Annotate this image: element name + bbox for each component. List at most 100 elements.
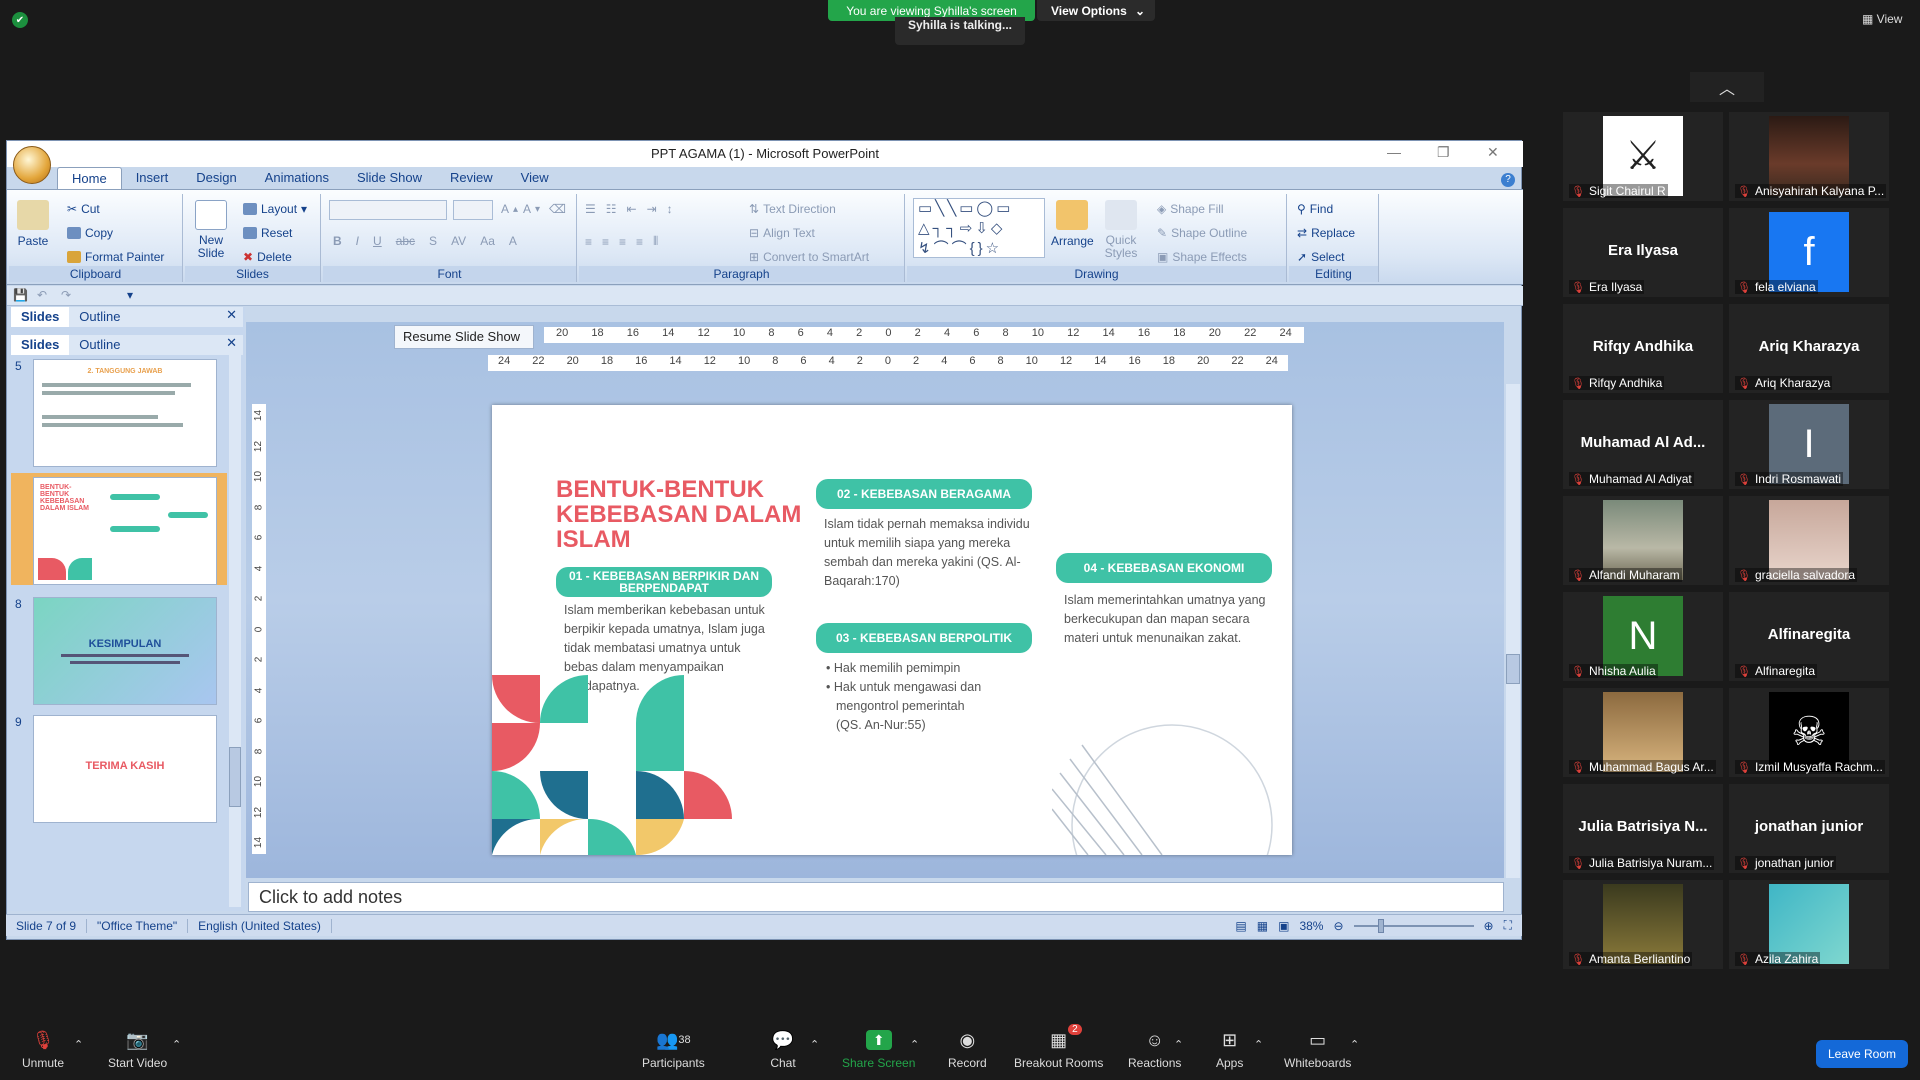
tab-outline[interactable]: Outline [69,307,130,327]
participant-tile[interactable]: Alfinaregita 🎙 Alfinaregita [1729,592,1889,681]
chat-caret-icon[interactable]: ⌃ [810,1038,819,1051]
shapes-gallery[interactable]: ▭╲╲▭◯▭ △┐┐⇨⇩◇ ↯⌒⌒{}☆ [913,198,1045,258]
video-options-caret-icon[interactable]: ⌃ [172,1038,181,1051]
increase-indent-icon[interactable]: ⇥ [647,202,657,216]
slide-thumbnail-9[interactable]: TERIMA KASIH [33,715,217,823]
decrease-indent-icon[interactable]: ⇤ [627,202,637,216]
align-right-icon[interactable]: ≡ [619,235,626,249]
share-caret-icon[interactable]: ⌃ [910,1038,919,1051]
current-slide[interactable]: BENTUK-BENTUK KEBEBASAN DALAM ISLAM 01 -… [492,405,1292,855]
help-icon[interactable]: ? [1501,173,1515,187]
customize-qat-icon[interactable]: ▾ [127,288,133,302]
slide-thumbnail-7[interactable]: BENTUK-BENTUK KEBEBASAN DALAM ISLAM [33,477,217,585]
change-case-icon[interactable]: Aa [480,234,495,248]
clear-formatting-icon[interactable]: ⌫ [549,202,566,216]
shrink-font-icon[interactable]: A ▾ [523,202,540,216]
char-spacing-icon[interactable]: AV [451,234,466,248]
office-button[interactable] [13,146,51,184]
tab-slides-2[interactable]: Slides [11,335,70,355]
zoom-out-icon[interactable]: ⊖ [1333,919,1343,933]
tab-slide-show[interactable]: Slide Show [343,167,436,189]
fit-to-window-icon[interactable]: ⛶ [1504,918,1512,933]
bullets-icon[interactable]: ☰ [585,202,596,216]
zoom-in-icon[interactable]: ⊕ [1484,919,1494,933]
participant-tile[interactable]: Era Ilyasa 🎙 Era Ilyasa [1563,208,1723,297]
font-size-combo[interactable] [453,200,493,220]
tab-slides[interactable]: Slides [11,307,70,327]
align-left-icon[interactable]: ≡ [585,235,592,249]
paste-button[interactable]: Paste [17,200,49,248]
new-slide-button[interactable]: New Slide [193,200,229,260]
font-color-icon[interactable]: A [509,234,517,248]
italic-icon[interactable]: I [356,234,359,248]
shape-fill-button[interactable]: ◈ Shape Fill [1157,202,1224,216]
security-shield-icon[interactable]: ✔ [12,12,28,28]
slide-thumbnail-5[interactable]: 2. TANGGUNG JAWAB [33,359,217,467]
audio-options-caret-icon[interactable]: ⌃ [74,1038,83,1051]
close-pane-icon[interactable]: ✕ [226,307,243,327]
participants-button[interactable]: 👥 38 Participants [642,1030,705,1071]
unmute-button[interactable]: 🎙 Unmute [22,1030,64,1071]
normal-view-icon[interactable]: ▤ [1235,919,1246,933]
slideshow-icon[interactable]: ▣ [1278,919,1289,933]
shape-effects-button[interactable]: ▣ Shape Effects [1157,250,1247,264]
underline-icon[interactable]: U [373,234,382,248]
replace-button[interactable]: ⇄ Replace [1297,226,1355,240]
text-direction-button[interactable]: ⇅ Text Direction [749,202,836,216]
participant-tile[interactable]: Rifqy Andhika 🎙 Rifqy Andhika [1563,304,1723,393]
participant-tile[interactable]: 🎙 Muhammad Bagus Ar... [1563,688,1723,777]
notes-pane[interactable]: Click to add notes [248,882,1504,912]
participant-tile[interactable]: f 🎙 fela elviana [1729,208,1889,297]
grow-font-icon[interactable]: A ▴ [501,202,518,216]
whiteboards-button[interactable]: ▭ Whiteboards [1284,1030,1351,1071]
chat-button[interactable]: 💬 Chat [770,1030,796,1071]
slide-thumbnail-8[interactable]: KESIMPULAN [33,597,217,705]
breakout-rooms-button[interactable]: ▦ 2 Breakout Rooms [1014,1024,1103,1070]
view-layout-button[interactable]: ▦ View [1862,12,1902,26]
resume-slideshow-button[interactable]: Resume Slide Show [394,325,534,349]
pane-scrollbar[interactable] [229,347,241,907]
whiteboards-caret-icon[interactable]: ⌃ [1350,1038,1359,1051]
language[interactable]: English (United States) [188,918,332,933]
strikethrough-icon[interactable]: abc [396,234,415,248]
undo-icon[interactable]: ↶ [37,288,47,302]
participant-tile[interactable]: 🎙 Amanta Berliantino [1563,880,1723,969]
tab-outline-2[interactable]: Outline [69,335,130,355]
participant-tile[interactable]: Ariq Kharazya 🎙 Ariq Kharazya [1729,304,1889,393]
participant-tile[interactable]: 🎙 Alfandi Muharam [1563,496,1723,585]
zoom-slider[interactable] [1353,918,1474,933]
align-text-button[interactable]: ⊟ Align Text [749,226,815,240]
participant-tile[interactable]: Julia Batrisiya N... 🎙 Julia Batrisiya Nur… [1563,784,1723,873]
participant-tile[interactable]: I 🎙 Indri Rosmawati [1729,400,1889,489]
slide-sorter-icon[interactable]: ▦ [1257,919,1268,933]
close-icon[interactable]: ✕ [1487,141,1499,163]
shape-outline-button[interactable]: ✎ Shape Outline [1157,226,1247,240]
view-options-button[interactable]: View Options ⌄ [1037,0,1155,21]
participant-tile[interactable]: N 🎙 Nhisha Aulia [1563,592,1723,681]
tab-view[interactable]: View [507,167,563,189]
numbering-icon[interactable]: ☷ [606,202,617,216]
format-painter-button[interactable]: Format Painter [67,250,164,264]
record-button[interactable]: ◉ Record [948,1030,987,1071]
tab-review[interactable]: Review [436,167,507,189]
leave-room-button[interactable]: Leave Room [1816,1040,1908,1068]
participant-tile[interactable]: ☠ 🎙 Izmil Musyaffa Rachm... [1729,688,1889,777]
cut-button[interactable]: ✂ Cut [67,202,100,216]
convert-smartart-button[interactable]: ⊞ Convert to SmartArt [749,250,869,264]
share-screen-button[interactable]: ⬆ Share Screen [842,1030,915,1070]
arrange-button[interactable]: Arrange [1051,200,1094,248]
collapse-gallery-button[interactable]: ︿ [1690,72,1764,102]
redo-icon[interactable]: ↷ [61,288,71,302]
delete-button[interactable]: ✖ Delete [243,250,292,264]
participant-tile[interactable]: 🎙 Anisyahirah Kalyana P... [1729,112,1889,201]
align-center-icon[interactable]: ≡ [602,235,609,249]
copy-button[interactable]: Copy [67,226,113,240]
find-button[interactable]: ⚲ Find [1297,202,1333,216]
columns-icon[interactable]: ⫴ [653,234,658,249]
minimize-icon[interactable]: — [1387,141,1401,163]
participant-tile[interactable]: ⚔ 🎙 Sigit Chairul R [1563,112,1723,201]
font-name-combo[interactable] [329,200,447,220]
participant-tile[interactable]: 🎙 graciella salvadora [1729,496,1889,585]
restore-icon[interactable]: ❐ [1437,141,1450,163]
participant-tile[interactable]: jonathan junior 🎙 jonathan junior [1729,784,1889,873]
